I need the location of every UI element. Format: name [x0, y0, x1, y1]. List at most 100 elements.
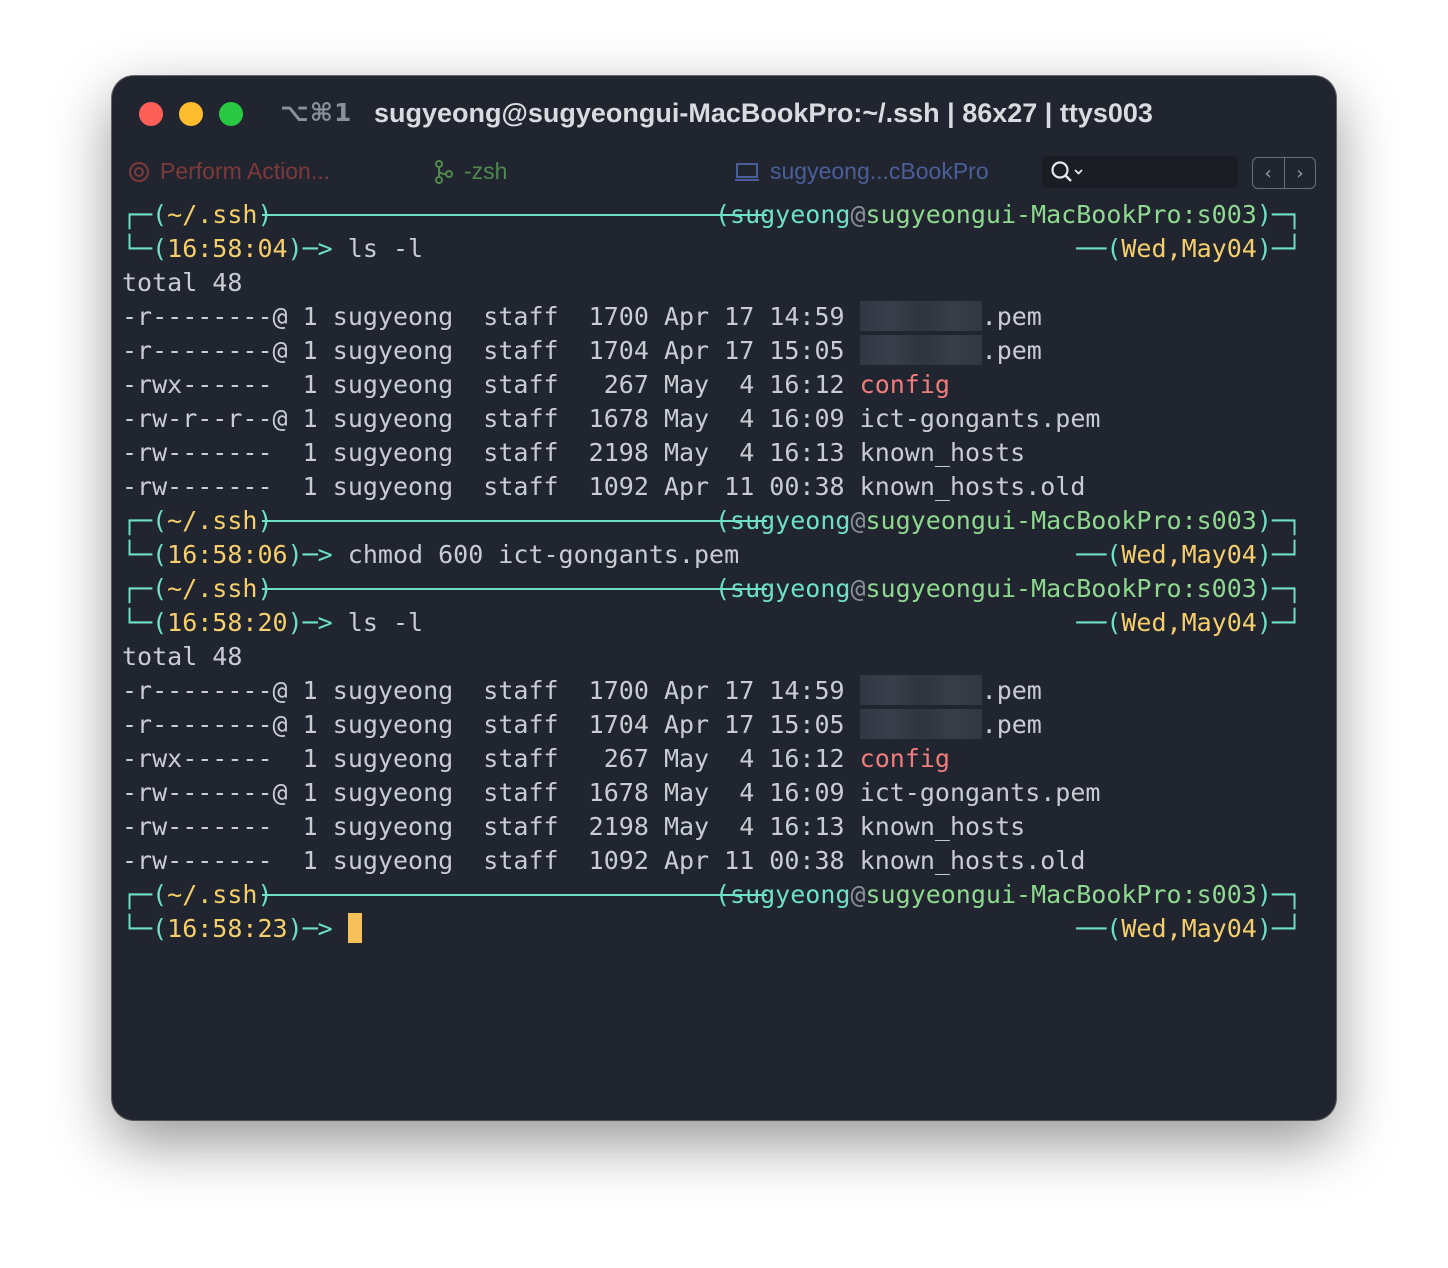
sep — [288, 472, 303, 501]
prompt-date: Wed,May04 — [1121, 234, 1257, 263]
sep — [288, 336, 303, 365]
file-name: config — [859, 370, 950, 399]
redacted-filename — [859, 675, 982, 705]
status-bar: Perform Action... -zsh sugyeong...cBookP… — [112, 154, 1336, 192]
sep — [318, 404, 333, 433]
file-name: .pem — [981, 710, 1042, 739]
ls-row: -rw-------@ 1 sugyeong staff 1678 May 4 … — [122, 776, 1322, 810]
host-label: sugyeong...cBookPro — [770, 158, 989, 184]
sep — [559, 676, 589, 705]
file-links: 1 — [302, 676, 318, 705]
previous-match-button[interactable]: ‹ — [1253, 158, 1284, 188]
prompt-date: Wed,May04 — [1121, 540, 1257, 569]
sep — [318, 472, 333, 501]
command-text: chmod 600 ict-gongants.pem — [347, 540, 740, 569]
total-text: total 48 — [122, 642, 243, 671]
sep — [453, 676, 483, 705]
prompt-time: 16:58:04 — [167, 234, 288, 263]
sep — [559, 778, 589, 807]
ls-row: -rwx------ 1 sugyeong staff 267 May 4 16… — [122, 368, 1322, 402]
prompt-paren: ( — [714, 506, 731, 535]
minimize-button[interactable] — [179, 102, 203, 126]
prompt-dir: ~/.ssh — [167, 574, 258, 603]
prompt-top-line: ┌─(~/.ssh) (sugyeong@sugyeongui-MacBookPr… — [122, 572, 1322, 606]
file-links: 1 — [302, 472, 318, 501]
file-group: staff — [483, 370, 559, 399]
file-owner: sugyeong — [332, 336, 454, 365]
next-match-button[interactable]: › — [1283, 158, 1316, 188]
prompt-command-line: └─(16:58:23)─> ──(Wed,May04)─┘ — [122, 912, 1322, 946]
zoom-button[interactable] — [219, 102, 243, 126]
sep — [649, 472, 664, 501]
file-group: staff — [483, 778, 559, 807]
sep — [559, 846, 589, 875]
file-name: known_hosts — [859, 812, 1026, 841]
sep — [288, 846, 303, 875]
perform-action-label: Perform Action... — [160, 158, 331, 184]
file-name: .pem — [981, 676, 1042, 705]
ls-row: -rw------- 1 sugyeong staff 1092 Apr 11 … — [122, 470, 1322, 504]
file-owner: sugyeong — [332, 404, 454, 433]
sep — [649, 404, 664, 433]
file-links: 1 — [302, 710, 318, 739]
file-links: 1 — [302, 302, 318, 331]
sep — [559, 370, 589, 399]
sep — [845, 676, 860, 705]
sep — [649, 336, 664, 365]
prompt-rule — [262, 894, 767, 896]
file-size: 1092 — [588, 472, 649, 501]
prompt-arrow: )─> — [287, 608, 348, 637]
perform-action-button[interactable]: Perform Action... — [128, 158, 330, 185]
prompt-corner: )─┐ — [1256, 200, 1302, 229]
sep — [453, 846, 483, 875]
file-permissions: -rw-------@ — [122, 778, 288, 807]
prompt-arrow: )─> — [287, 234, 348, 263]
prompt-corner: )─┐ — [1256, 574, 1302, 603]
file-permissions: -rw-r--r--@ — [122, 404, 288, 433]
prompt-host: sugyeongui-MacBookPro:s003 — [865, 880, 1257, 909]
file-name: ict-gongants.pem — [859, 404, 1101, 433]
prompt-rule — [262, 520, 767, 522]
prompt-top-line: ┌─(~/.ssh) (sugyeong@sugyeongui-MacBookPr… — [122, 878, 1322, 912]
prompt-corner: ┌─( — [122, 574, 168, 603]
sep — [288, 302, 303, 331]
search-nav: ‹ › — [1252, 157, 1316, 189]
file-size: 1700 — [588, 302, 649, 331]
sep — [559, 302, 589, 331]
prompt-host: sugyeongui-MacBookPro:s003 — [865, 200, 1257, 229]
sep — [845, 812, 860, 841]
file-date: May 4 16:13 — [663, 812, 845, 841]
prompt-user-host: (sugyeong@sugyeongui-MacBookPro:s003)─┐ — [715, 198, 1302, 232]
file-date: Apr 11 00:38 — [663, 472, 845, 501]
search-input[interactable] — [1042, 156, 1238, 188]
sep — [649, 676, 664, 705]
sep — [288, 676, 303, 705]
prompt-corner: )─┘ — [1256, 608, 1302, 637]
file-owner: sugyeong — [332, 778, 454, 807]
host-indicator[interactable]: sugyeong...cBookPro — [734, 158, 989, 185]
file-owner: sugyeong — [332, 676, 454, 705]
sep — [845, 336, 860, 365]
file-size: 267 — [588, 744, 649, 773]
window-shortcut: ⌥⌘1 — [280, 98, 353, 127]
prompt-corner: ┌─( — [122, 506, 168, 535]
file-name: known_hosts — [859, 438, 1026, 467]
prompt-date: Wed,May04 — [1121, 608, 1257, 637]
sep — [288, 438, 303, 467]
sep — [288, 778, 303, 807]
prompt-corner: └─( — [122, 914, 168, 943]
shell-indicator[interactable]: -zsh — [434, 158, 507, 185]
prompt-dir: ~/.ssh — [167, 200, 258, 229]
sep — [845, 710, 860, 739]
file-permissions: -rw------- — [122, 472, 288, 501]
file-owner: sugyeong — [332, 370, 454, 399]
sep — [453, 778, 483, 807]
prompt-arrow: )─> — [287, 540, 348, 569]
file-name: known_hosts.old — [859, 472, 1086, 501]
close-button[interactable] — [139, 102, 163, 126]
file-date: Apr 17 14:59 — [663, 302, 845, 331]
file-group: staff — [483, 438, 559, 467]
file-links: 1 — [302, 778, 318, 807]
prompt-top-line: ┌─(~/.ssh) (sugyeong@sugyeongui-MacBookPr… — [122, 198, 1322, 232]
sep — [318, 778, 333, 807]
